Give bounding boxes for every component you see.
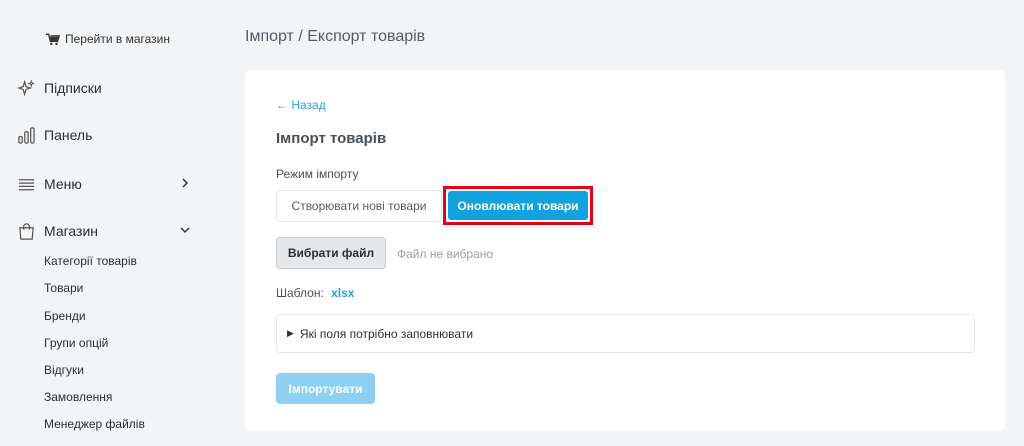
sidebar-item-dashboard[interactable]: Панель xyxy=(16,125,191,145)
bar-chart-icon xyxy=(16,125,36,145)
hamburger-icon xyxy=(16,174,36,194)
page-title: Імпорт / Експорт товарів xyxy=(245,28,426,45)
sidebar-item-label: Магазин xyxy=(44,223,99,239)
create-new-products-button[interactable]: Створювати нові товари xyxy=(276,190,442,222)
sidebar-subitem-reviews[interactable]: Відгуки xyxy=(44,363,84,377)
chevron-right-icon xyxy=(179,176,191,190)
shopping-bag-icon xyxy=(16,221,36,241)
back-link[interactable]: ← Назад xyxy=(276,98,326,112)
sidebar-subitem-brands[interactable]: Бренди xyxy=(44,309,86,323)
details-summary: Які поля потрібно заповнювати xyxy=(299,326,474,341)
go-to-store-link[interactable]: Перейти в магазин xyxy=(46,32,170,46)
template-row: Шаблон: xlsx xyxy=(276,286,354,300)
sidebar-subitem-products[interactable]: Товари xyxy=(44,281,83,295)
template-xlsx-link[interactable]: xlsx xyxy=(331,286,354,300)
sidebar-item-label: Панель xyxy=(44,127,93,143)
required-fields-details[interactable]: ▶ Які поля потрібно заповнювати xyxy=(276,314,975,353)
import-button[interactable]: Імпортувати xyxy=(276,373,375,404)
sidebar-item-subscriptions[interactable]: Підписки xyxy=(16,78,191,98)
sidebar-subitem-categories[interactable]: Категорії товарів xyxy=(44,254,137,268)
sparkles-icon xyxy=(16,78,36,98)
go-to-store-label: Перейти в магазин xyxy=(65,32,170,46)
sidebar-item-shop[interactable]: Магазин xyxy=(16,221,191,241)
triangle-right-icon: ▶ xyxy=(287,328,294,338)
sidebar-subitem-file-manager[interactable]: Менеджер файлів xyxy=(44,417,145,431)
sidebar-item-menu[interactable]: Меню xyxy=(16,174,191,194)
sidebar-item-label: Підписки xyxy=(44,80,102,96)
cart-icon xyxy=(46,33,60,45)
sidebar-subitem-orders[interactable]: Замовлення xyxy=(44,390,112,404)
card-title: Імпорт товарів xyxy=(276,130,387,147)
choose-file-button[interactable]: Вибрати файл xyxy=(276,237,386,269)
sidebar-item-label: Меню xyxy=(44,176,82,192)
update-products-button[interactable]: Оновлювати товари xyxy=(448,191,588,220)
file-status: Файл не вибрано xyxy=(397,247,494,261)
import-card: ← Назад Імпорт товарів Режим імпорту Ств… xyxy=(245,70,1005,431)
template-label: Шаблон: xyxy=(276,286,324,300)
chevron-down-icon xyxy=(179,223,191,237)
sidebar-subitem-option-groups[interactable]: Групи опцій xyxy=(44,336,108,350)
import-mode-label: Режим імпорту xyxy=(276,167,359,181)
sidebar: Перейти в магазин Підписки Панель Меню М… xyxy=(0,0,215,446)
